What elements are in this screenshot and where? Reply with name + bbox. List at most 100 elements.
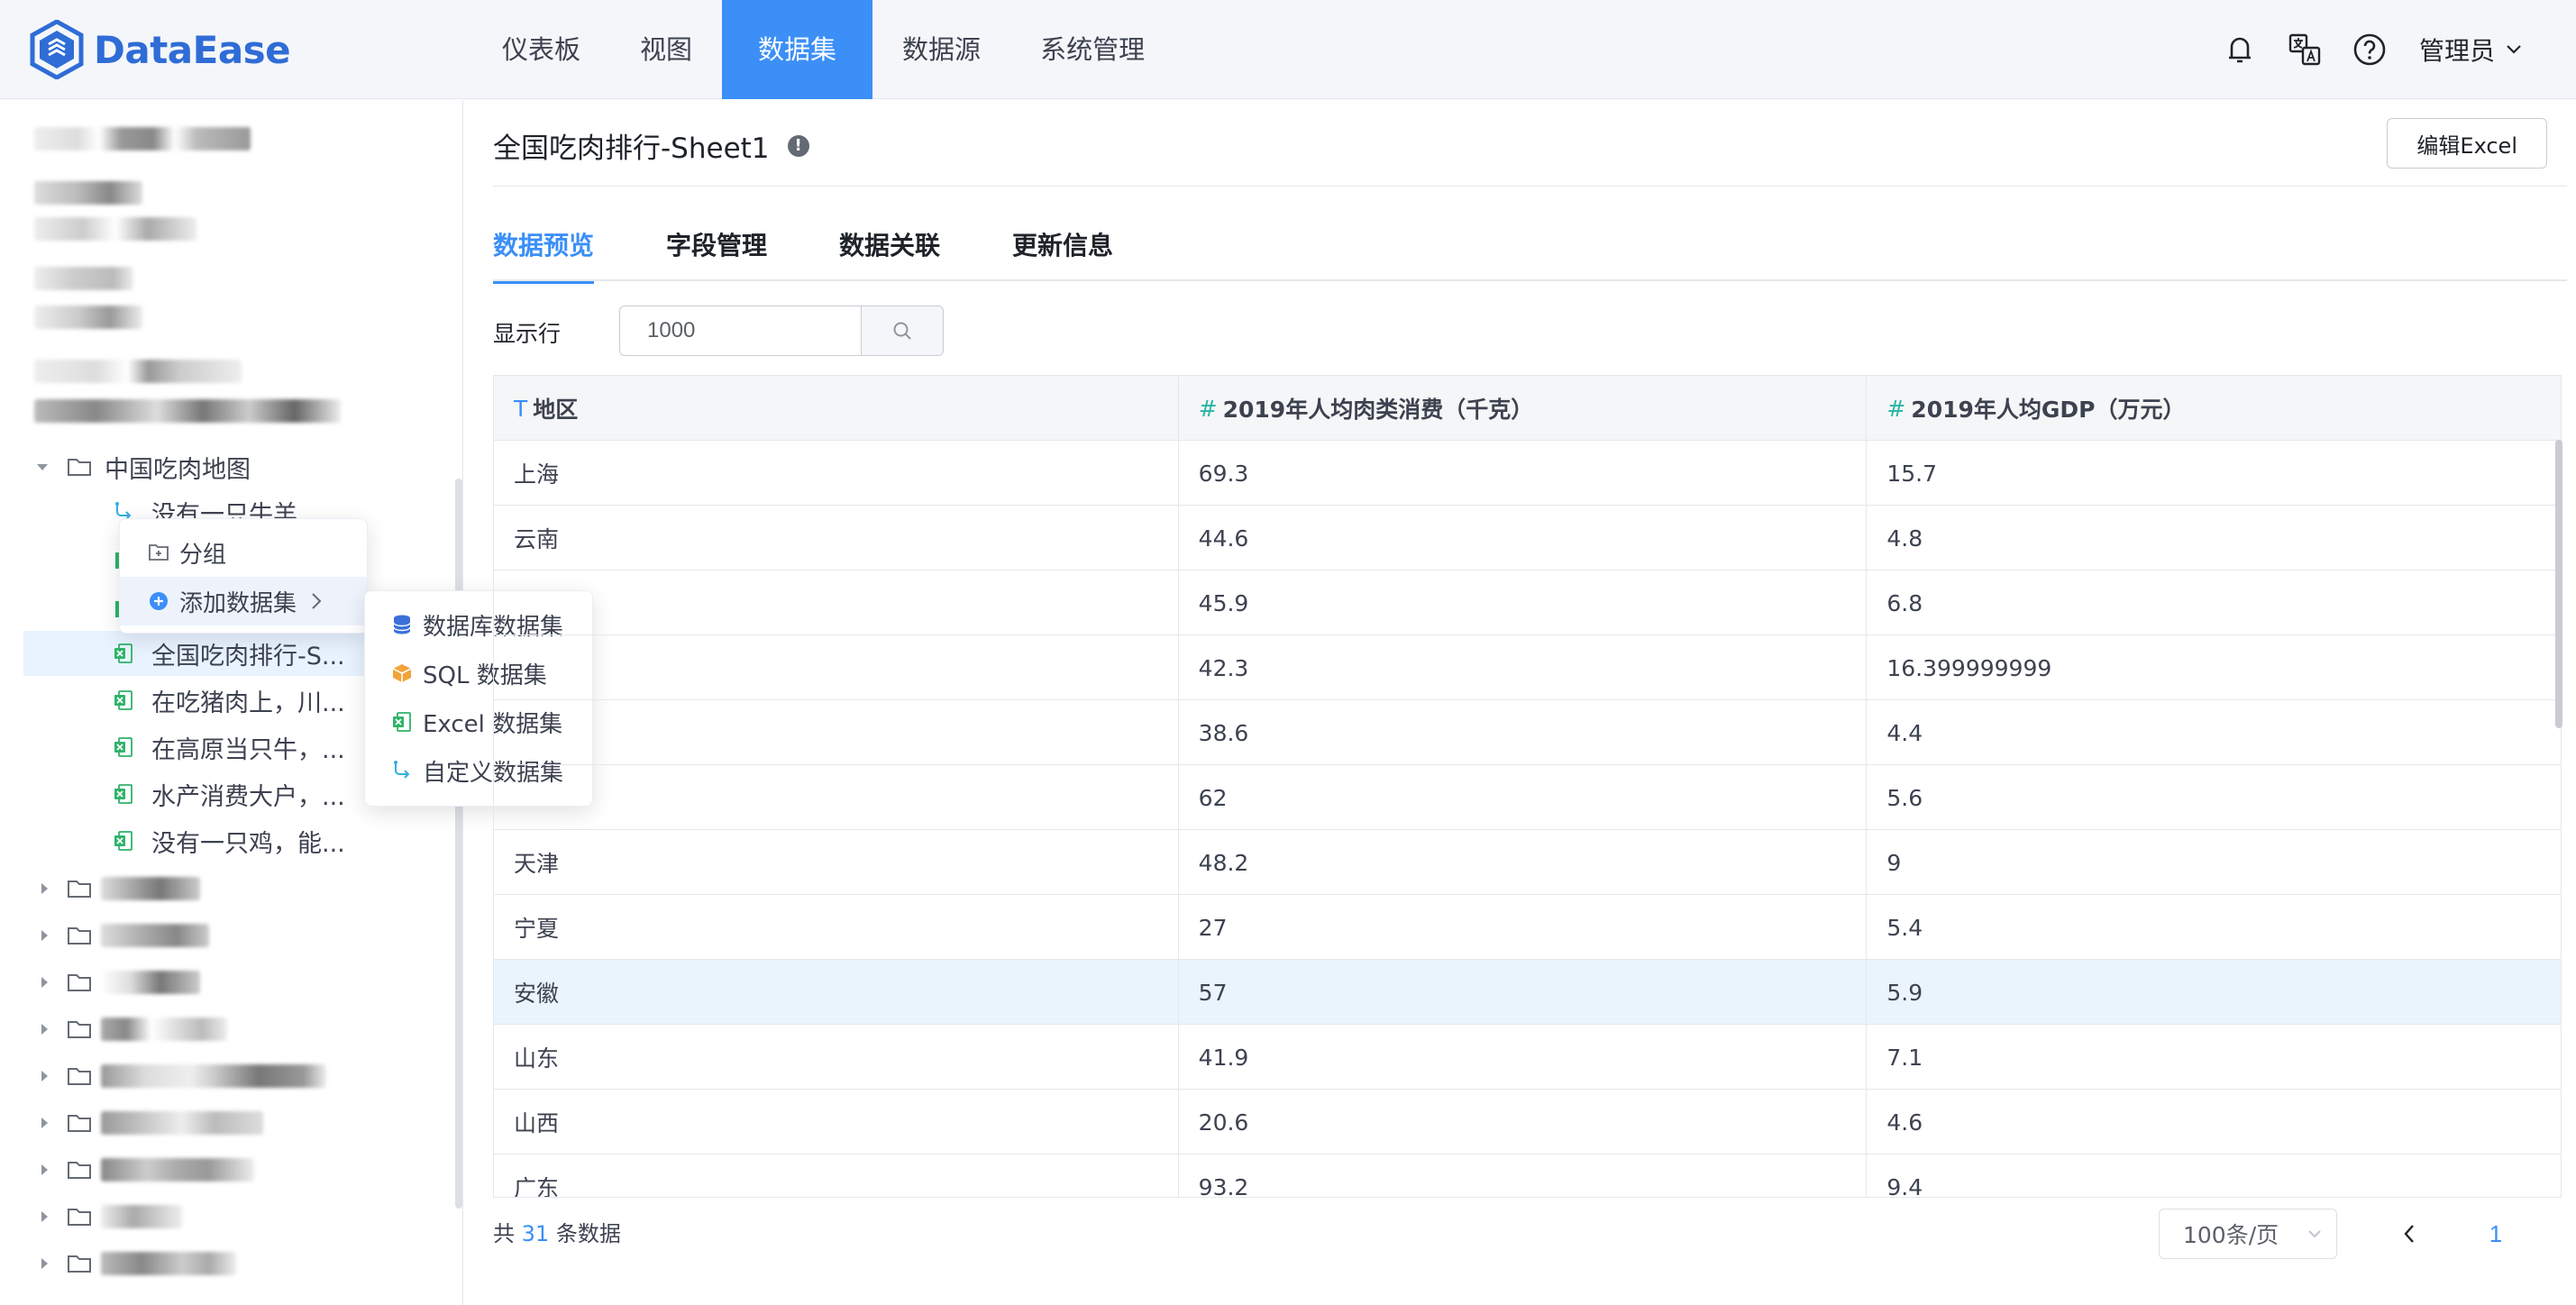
nav-datasource[interactable]: 数据源 [872,0,1010,99]
table-cell[interactable]: 48.2 [1179,830,1868,895]
top-navbar: DataEase 仪表板 视图 数据集 数据源 系统管理 管理员 [0,0,2576,99]
table-row[interactable]: 38.6 4.4 [494,700,2561,765]
table-row[interactable]: 山西 20.6 4.6 [494,1090,2561,1154]
next-page-button[interactable] [2557,1209,2576,1259]
table-scrollbar[interactable] [2555,440,2562,728]
tree-folder-item[interactable] [0,913,451,958]
table-cell[interactable]: 山东 [494,1025,1179,1090]
table-row[interactable]: 上海 69.3 15.7 [494,441,2561,506]
tree-dataset-item[interactable]: 没有一只鸡，能... [0,818,451,863]
obscured-folder-name [101,924,209,947]
table-cell[interactable]: 62 [1179,765,1868,830]
tree-folder-item[interactable] [0,1007,451,1052]
main-nav: 仪表板 视图 数据集 数据源 系统管理 [472,0,1174,99]
table-cell[interactable]: 5.4 [1867,895,2561,960]
table-cell[interactable]: 广东 [494,1154,1179,1197]
table-cell[interactable] [494,570,1179,635]
table-row[interactable]: 宁夏 27 5.4 [494,895,2561,960]
table-cell[interactable]: 5.6 [1867,765,2561,830]
help-icon[interactable] [2351,31,2389,68]
table-cell[interactable]: 45.9 [1179,570,1868,635]
table-row[interactable]: 广东 93.2 9.4 [494,1154,2561,1198]
tree-folder-item[interactable] [0,866,451,911]
table-row[interactable]: 山东 41.9 7.1 [494,1025,2561,1090]
tree-folder-item[interactable] [0,1241,451,1286]
table-cell[interactable]: 9.4 [1867,1154,2561,1198]
tree-folder-item[interactable] [0,1194,451,1239]
table-cell[interactable]: 20.6 [1179,1090,1868,1154]
table-cell[interactable]: 6.8 [1867,570,2561,635]
page-number-current[interactable]: 1 [2471,1209,2521,1259]
table-row[interactable]: 62 5.6 [494,765,2561,830]
prev-page-button[interactable] [2384,1209,2434,1259]
table-cell[interactable] [494,635,1179,700]
nav-view[interactable]: 视图 [610,0,722,99]
table-cell[interactable]: 42.3 [1179,635,1868,700]
table-cell[interactable] [494,765,1179,830]
table-cell[interactable]: 4.8 [1867,506,2561,570]
user-menu[interactable]: 管理员 [2419,32,2522,68]
nav-dashboard[interactable]: 仪表板 [472,0,610,99]
nav-dataset[interactable]: 数据集 [722,0,873,99]
rows-search-button[interactable] [861,306,944,356]
table-cell[interactable]: 93.2 [1179,1154,1868,1197]
folder-icon [68,1255,91,1273]
tree-folder-item[interactable] [0,1147,451,1192]
app-logo[interactable]: DataEase [29,18,291,81]
menu-item-add-dataset[interactable]: 添加数据集 [120,577,367,625]
menu-item-label: 分组 [179,541,227,569]
tree-folder-item[interactable] [0,960,451,1005]
table-cell[interactable]: 4.4 [1867,700,2561,765]
table-row[interactable]: 45.9 6.8 [494,570,2561,635]
total-count: 共 31 条数据 [493,1216,621,1247]
table-cell[interactable]: 4.6 [1867,1090,2561,1154]
table-cell[interactable]: 57 [1179,960,1868,1025]
tree-group-folder[interactable]: 中国吃肉地图 [0,444,451,489]
page-size-select[interactable]: 100条/页 [2159,1209,2337,1259]
table-cell[interactable]: 7.1 [1867,1025,2561,1090]
menu-item-group[interactable]: 分组 [120,528,367,577]
table-cell[interactable] [494,700,1179,765]
table-cell[interactable]: 上海 [494,441,1179,506]
table-cell[interactable]: 16.399999999 [1867,635,2561,700]
rows-count-input[interactable] [619,306,863,356]
column-header-meat[interactable]: #2019年人均肉类消费（千克） [1179,376,1868,441]
tree-folder-item[interactable] [0,1054,451,1099]
caret-right-icon [41,1211,48,1222]
table-cell[interactable]: 5.9 [1867,960,2561,1025]
table-row[interactable]: 天津 48.2 9 [494,830,2561,895]
column-header-gdp[interactable]: #2019年人均GDP（万元） [1867,376,2561,441]
sidebar-scrollbar[interactable] [455,479,462,1209]
table-cell[interactable]: 15.7 [1867,441,2561,506]
table-cell[interactable]: 云南 [494,506,1179,570]
table-cell[interactable]: 9 [1867,830,2561,895]
table-cell[interactable]: 44.6 [1179,506,1868,570]
tab-update-info[interactable]: 更新信息 [1012,226,1113,284]
table-cell[interactable]: 38.6 [1179,700,1868,765]
nav-system[interactable]: 系统管理 [1010,0,1174,99]
table-cell[interactable]: 69.3 [1179,441,1868,506]
table-cell[interactable]: 安徽 [494,960,1179,1025]
edit-excel-button[interactable]: 编辑Excel [2387,118,2547,169]
dataset-title: 全国吃肉排行-Sheet1 ! [493,125,809,166]
divider [493,186,2567,187]
table-cell[interactable]: 天津 [494,830,1179,895]
tab-data-association[interactable]: 数据关联 [839,226,940,284]
table-row[interactable]: 42.3 16.399999999 [494,635,2561,700]
table-cell[interactable]: 山西 [494,1090,1179,1154]
excel-icon [114,737,132,757]
obscured-folder-name [101,1064,326,1088]
tree-folder-item[interactable] [0,1100,451,1145]
tab-field-management[interactable]: 字段管理 [666,226,767,284]
table-row[interactable]: 安徽 57 5.9 [494,960,2561,1025]
table-cell[interactable]: 宁夏 [494,895,1179,960]
column-header-region[interactable]: T 地区 [494,376,1179,441]
table-row[interactable]: 云南 44.6 4.8 [494,506,2561,570]
translate-icon[interactable] [2286,31,2324,68]
notification-icon[interactable] [2221,31,2259,68]
table-cell[interactable]: 41.9 [1179,1025,1868,1090]
excel-icon [114,784,132,804]
table-cell[interactable]: 27 [1179,895,1868,960]
info-icon[interactable]: ! [787,134,809,157]
tab-data-preview[interactable]: 数据预览 [493,226,595,284]
